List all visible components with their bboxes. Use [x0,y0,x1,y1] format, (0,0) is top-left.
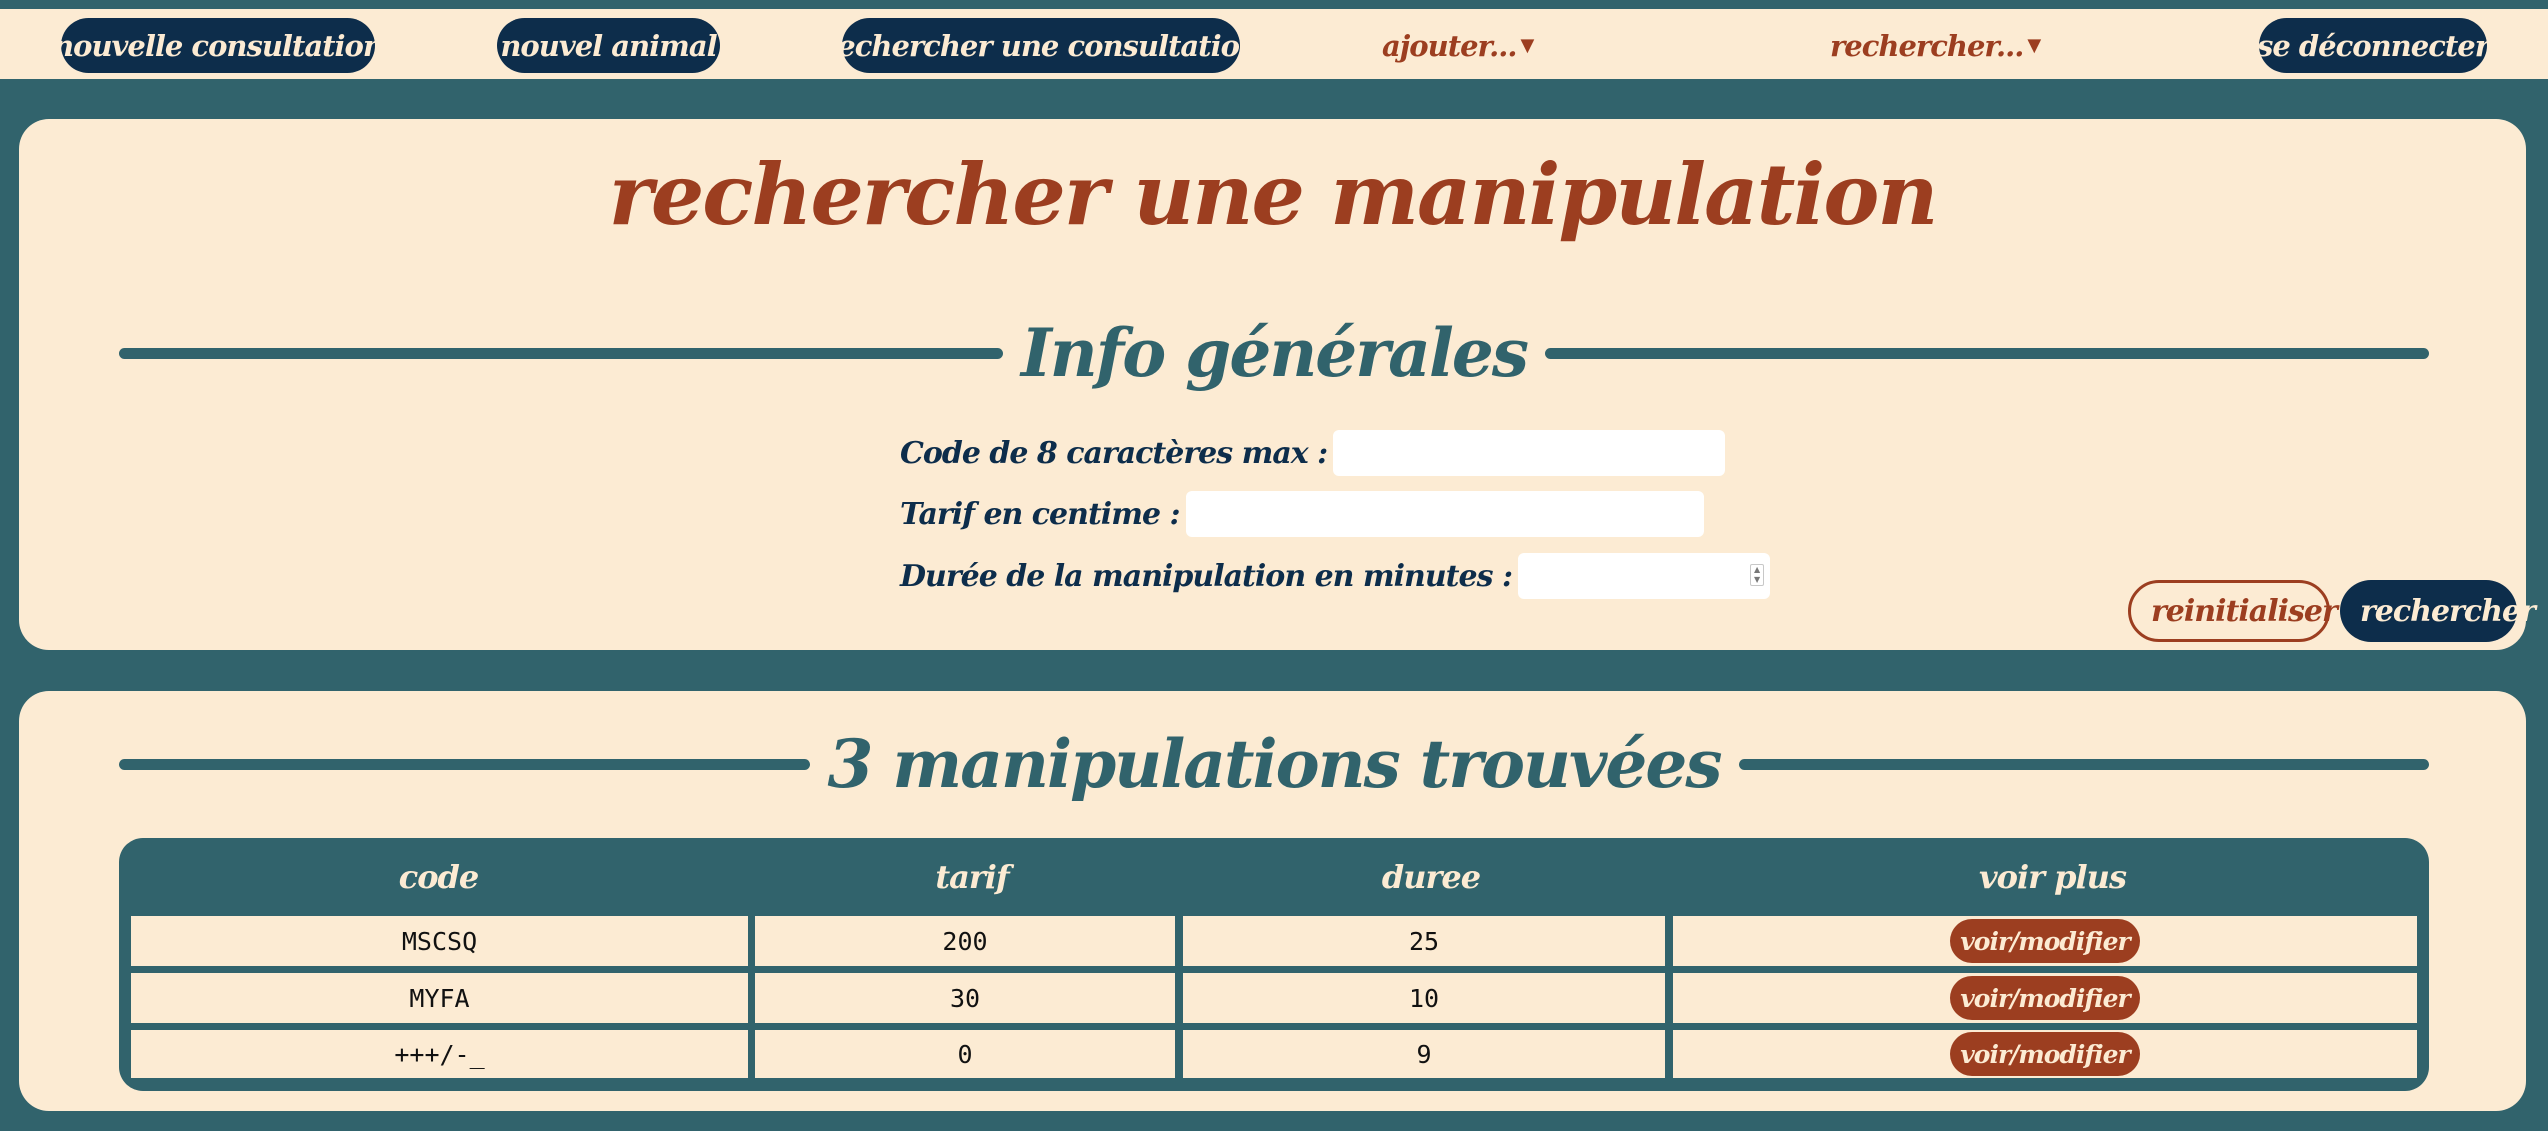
duree-label: Durée de la manipulation en minutes : [900,558,1513,594]
cell-action: voir/modifier [1673,1030,2417,1078]
add-menu-label: ajouter... [1382,28,1517,63]
heading-rule-left [119,758,810,770]
cell-duree: 9 [1183,1030,1665,1078]
duree-field-wrapper: ▲ ▼ [1518,553,1771,599]
cell-action: voir/modifier [1673,973,2417,1023]
cell-duree: 10 [1183,973,1665,1023]
section-heading-text: Info générales [1020,314,1529,392]
code-row: Code de 8 caractères max : [900,430,1726,476]
search-consultation-button[interactable]: rechercher une consultation [823,18,1260,73]
reset-button[interactable]: reinitialiser [2128,580,2338,642]
number-spinner-icon[interactable]: ▲ ▼ [1750,564,1765,586]
heading-rule-left [119,347,1003,359]
heading-rule-right [1545,347,2429,359]
heading-rule-right [1738,758,2430,770]
column-header-duree: duree [1381,858,1481,896]
duree-row: Durée de la manipulation en minutes : ▲ ▼ [900,553,1771,599]
column-header-voir-plus: voir plus [1979,858,2127,896]
cell-duree: 25 [1183,916,1665,966]
top-nav-bar: nouvelle consultation nouvel animal rech… [0,9,2548,79]
code-input[interactable] [1333,430,1726,476]
view-edit-button[interactable]: voir/modifier [1950,1032,2140,1076]
logout-button[interactable]: se déconnecter [2257,18,2490,73]
search-menu-dropdown[interactable]: rechercher... ▼ [1830,18,2041,73]
column-header-tarif: tarif [935,858,1009,896]
page-title: rechercher une manipulation [608,145,1939,244]
add-menu-dropdown[interactable]: ajouter... ▼ [1382,18,1534,73]
tarif-label: Tarif en centime : [900,496,1181,532]
view-edit-button[interactable]: voir/modifier [1950,919,2140,963]
view-edit-button[interactable]: voir/modifier [1950,976,2140,1020]
section-heading-general-info: Info générales [119,313,2429,393]
cell-code: MSCSQ [131,916,748,966]
caret-down-icon: ▼ [2027,35,2041,56]
cell-code: +++/-_ [131,1030,748,1078]
tarif-row: Tarif en centime : [900,491,1704,537]
search-panel: rechercher une manipulation Info général… [19,119,2536,650]
column-header-code: code [398,858,480,896]
tarif-input[interactable] [1185,491,1704,537]
cell-code: MYFA [131,973,748,1023]
results-heading: 3 manipulations trouvées [119,724,2430,804]
new-animal-button[interactable]: nouvel animal [497,18,720,73]
search-menu-label: rechercher... [1830,28,2024,63]
code-label: Code de 8 caractères max : [900,435,1328,471]
results-panel: 3 manipulations trouvées code tarif dure… [19,691,2526,1111]
cell-tarif: 0 [755,1030,1175,1078]
cell-action: voir/modifier [1673,916,2417,966]
search-button[interactable]: rechercher [2340,580,2536,642]
results-count-text: 3 manipulations trouvées [827,725,1723,803]
new-consultation-button[interactable]: nouvelle consultation [53,18,384,73]
results-table: code tarif duree voir plus MSCSQ 200 25 … [119,838,2429,1091]
cell-tarif: 200 [755,916,1175,966]
cell-tarif: 30 [755,973,1175,1023]
duree-input[interactable] [1518,553,1771,599]
caret-down-icon: ▼ [1520,35,1534,56]
